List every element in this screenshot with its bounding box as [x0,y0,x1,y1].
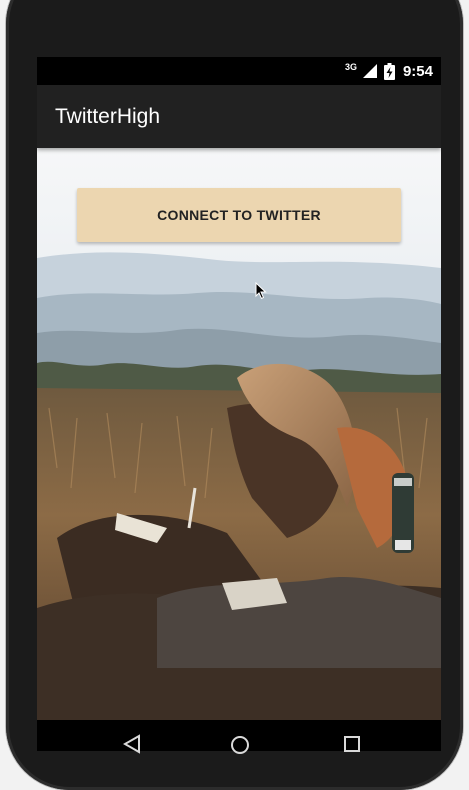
status-icons: 3G 9:54 [345,57,433,85]
back-icon[interactable] [121,734,143,754]
app-bar: TwitterHigh [37,85,441,148]
status-clock: 9:54 [402,62,433,80]
home-icon[interactable] [229,734,251,756]
network-type-label: 3G [344,62,357,72]
navigation-bar [37,720,441,754]
mouse-cursor-icon [255,282,267,300]
main-content: CONNECT TO TWITTER [37,148,441,751]
battery-charging-icon [383,62,395,80]
signal-icon [362,64,377,78]
app-title: TwitterHigh [55,105,161,128]
status-bar: 3G 9:54 [37,57,441,85]
connect-to-twitter-button[interactable]: CONNECT TO TWITTER [77,188,401,242]
phone-screen: 3G 9:54 TwitterHigh CONNECT TO TWITTER [37,57,441,751]
recents-icon[interactable] [342,734,362,754]
